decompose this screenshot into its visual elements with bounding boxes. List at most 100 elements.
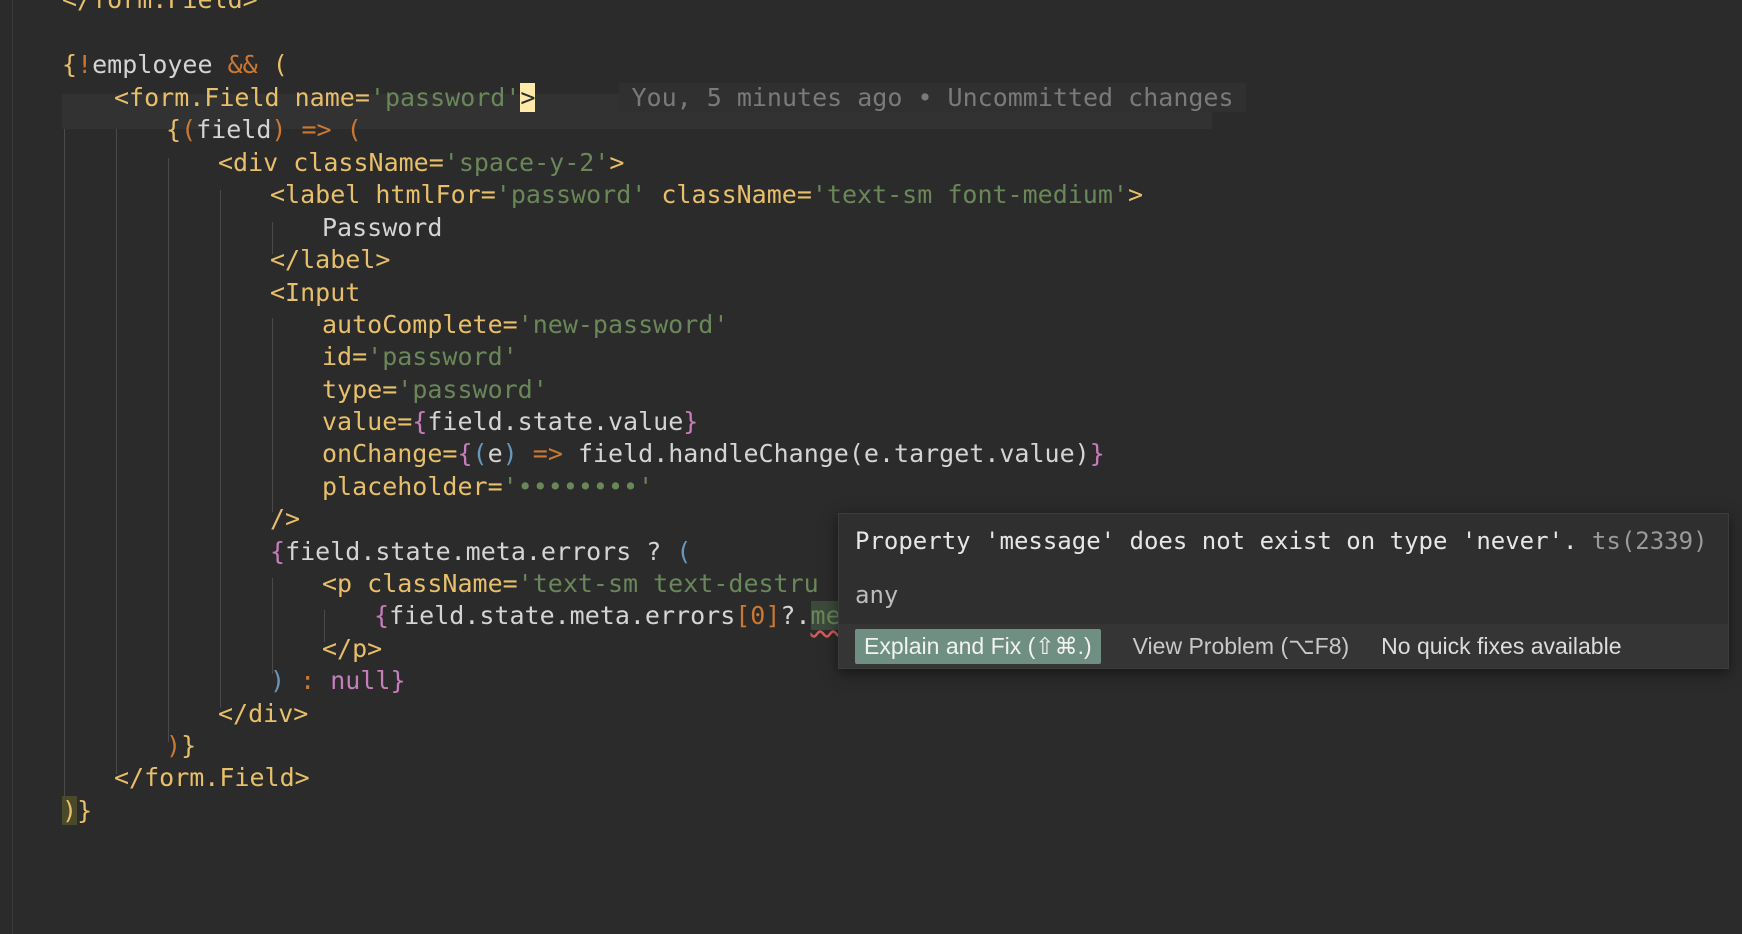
code-token: Password [322, 213, 443, 242]
code-token: => [517, 439, 578, 468]
code-token: <label [270, 180, 376, 209]
code-token: ( [472, 439, 488, 468]
code-line[interactable]: {field.state.meta.errors ? ( [270, 534, 691, 570]
code-line[interactable]: </form.Field> [62, 0, 258, 18]
code-token: : [285, 666, 331, 695]
code-token: </form.Field> [62, 0, 258, 14]
code-token: placeholder= [322, 472, 503, 501]
code-line[interactable]: id='password' [322, 339, 518, 375]
code-line[interactable]: )} [62, 793, 92, 829]
code-token: field.state.meta.errors ? [285, 537, 677, 566]
code-token: ) [271, 115, 287, 144]
code-line[interactable]: <label htmlFor='password' className='tex… [270, 177, 1143, 213]
code-token: className= [293, 148, 444, 177]
code-token: '••••••••' [502, 472, 654, 501]
indent-guide [220, 190, 221, 708]
code-editor[interactable]: </form.Field> {!employee && ( <form.Fiel… [0, 0, 1742, 934]
error-code: ts(2339) [1591, 527, 1708, 555]
git-blame-annotation[interactable]: You, 5 minutes ago • Uncommitted changes [619, 83, 1246, 112]
indent-guide [272, 318, 273, 512]
code-line[interactable]: onChange={(e) => field.handleChange(e.ta… [322, 436, 1105, 472]
code-token: name= [294, 83, 370, 112]
code-token: => [286, 115, 347, 144]
code-token: </label> [270, 245, 391, 274]
code-line[interactable]: Password [322, 210, 442, 246]
tooltip-actions: Explain and Fix (⇧⌘.) View Problem (⌥F8)… [839, 624, 1728, 668]
code-token: e [487, 439, 503, 468]
code-token: 'text-sm font-medium' [811, 180, 1128, 209]
code-token: id= [322, 342, 368, 371]
code-line[interactable]: ) : null} [270, 663, 406, 699]
code-token: ( [181, 115, 197, 144]
code-token: 'password' [495, 180, 662, 209]
code-token: { [374, 601, 390, 630]
code-token: ! [77, 50, 93, 79]
code-token: { [270, 537, 286, 566]
code-token: 'space-y-2' [443, 148, 610, 177]
code-token: } [683, 407, 699, 436]
code-token: ?. [780, 601, 811, 630]
code-token: type= [322, 375, 398, 404]
code-token: } [390, 666, 406, 695]
code-token: 'text-sm text-destru [517, 569, 819, 598]
code-token: [0] [735, 601, 781, 630]
code-token: value= [322, 407, 413, 436]
code-token: ( [346, 115, 362, 144]
code-token: field.state.meta.errors [389, 601, 736, 630]
code-token: { [457, 439, 473, 468]
code-token: <Input [270, 278, 361, 307]
code-token: /> [270, 504, 301, 533]
code-token: employee [92, 50, 228, 79]
code-line[interactable]: {!employee && ( [62, 47, 288, 83]
gutter-divider [12, 0, 13, 934]
code-token: 'new-password' [517, 310, 729, 339]
code-token: ) [62, 796, 78, 825]
type-info: any [855, 581, 899, 609]
explain-and-fix-button[interactable]: Explain and Fix (⇧⌘.) [855, 628, 1101, 664]
code-token: field [196, 115, 272, 144]
code-line[interactable]: <form.Field name='password'> You, 5 minut… [114, 80, 1246, 116]
code-token: } [1089, 439, 1105, 468]
text-cursor: > [520, 83, 536, 112]
code-token: htmlFor= [375, 180, 496, 209]
error-tooltip[interactable]: Property 'message' does not exist on typ… [838, 513, 1729, 669]
code-line[interactable]: value={field.state.value} [322, 404, 698, 440]
code-line[interactable]: <Input [270, 275, 360, 311]
code-line[interactable]: {(field) => ( [166, 112, 362, 148]
code-line[interactable]: placeholder='••••••••' [322, 469, 653, 505]
code-token: className= [661, 180, 812, 209]
code-token: <form.Field [114, 83, 295, 112]
code-token: <div [218, 148, 294, 177]
code-line[interactable]: </div> [218, 696, 308, 732]
code-token: 'password' [397, 375, 548, 404]
code-line[interactable]: )} [166, 728, 196, 764]
code-line[interactable]: <div className='space-y-2'> [218, 145, 624, 181]
code-token: } [77, 796, 93, 825]
code-line[interactable]: autoComplete='new-password' [322, 307, 728, 343]
code-token: ) [166, 731, 182, 760]
view-problem-link[interactable]: View Problem (⌥F8) [1133, 633, 1350, 660]
code-token: null [330, 666, 391, 695]
code-token: <p [322, 569, 368, 598]
error-message: Property 'message' does not exist on typ… [855, 524, 1708, 558]
code-line[interactable]: </p> [322, 631, 382, 667]
indent-guide [168, 158, 169, 742]
code-token: ( [257, 50, 288, 79]
code-line[interactable]: <p className='text-sm text-destru [322, 566, 819, 602]
no-quick-fixes-text: No quick fixes available [1381, 632, 1622, 659]
code-line[interactable]: </label> [270, 242, 390, 278]
code-line[interactable]: </form.Field> [114, 760, 310, 796]
code-token: { [412, 407, 428, 436]
code-line[interactable]: /> [270, 501, 300, 537]
code-token: autoComplete= [322, 310, 518, 339]
code-token: > [1127, 180, 1144, 209]
code-token: ) [502, 439, 518, 468]
code-token: ( [676, 537, 692, 566]
code-token: onChange= [322, 439, 458, 468]
code-token: > [609, 148, 625, 177]
code-token: } [181, 731, 197, 760]
code-token: ) [270, 666, 286, 695]
code-line[interactable]: type='password' [322, 372, 548, 408]
code-token: className= [367, 569, 518, 598]
code-token: { [166, 115, 182, 144]
